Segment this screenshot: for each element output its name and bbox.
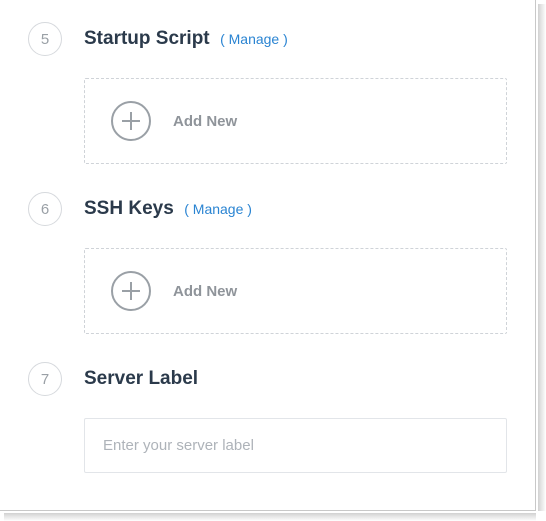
- section-body: Add New: [84, 78, 507, 164]
- add-new-label: Add New: [173, 113, 237, 130]
- plus-icon: [111, 101, 151, 141]
- server-label-input[interactable]: [85, 419, 506, 472]
- section-title: Server Label: [84, 368, 198, 391]
- section-title: SSH Keys: [84, 198, 174, 219]
- step-number: 5: [28, 22, 62, 56]
- section-title-wrap: Startup Script ( Manage ): [84, 28, 288, 51]
- step-number: 7: [28, 362, 62, 396]
- section-header: 7 Server Label: [28, 362, 507, 396]
- section-server-label: 7 Server Label: [28, 362, 507, 473]
- section-header: 6 SSH Keys ( Manage ): [28, 192, 507, 226]
- server-label-input-wrap: [84, 418, 507, 473]
- section-body: [84, 418, 507, 473]
- shadow-right: [538, 4, 546, 511]
- section-header: 5 Startup Script ( Manage ): [28, 22, 507, 56]
- step-number: 6: [28, 192, 62, 226]
- add-startup-script-button[interactable]: Add New: [84, 78, 507, 164]
- section-title: Startup Script: [84, 28, 210, 49]
- section-title-wrap: SSH Keys ( Manage ): [84, 198, 252, 221]
- section-ssh-keys: 6 SSH Keys ( Manage ) Add New: [28, 192, 507, 334]
- section-startup-script: 5 Startup Script ( Manage ) Add New: [28, 22, 507, 164]
- section-body: Add New: [84, 248, 507, 334]
- add-new-label: Add New: [173, 283, 237, 300]
- plus-icon: [111, 271, 151, 311]
- add-ssh-key-button[interactable]: Add New: [84, 248, 507, 334]
- settings-panel: 5 Startup Script ( Manage ) Add New 6 SS…: [0, 0, 536, 511]
- manage-startup-script-link[interactable]: ( Manage ): [220, 31, 288, 47]
- shadow-bottom: [4, 513, 536, 521]
- manage-ssh-keys-link[interactable]: ( Manage ): [184, 201, 252, 217]
